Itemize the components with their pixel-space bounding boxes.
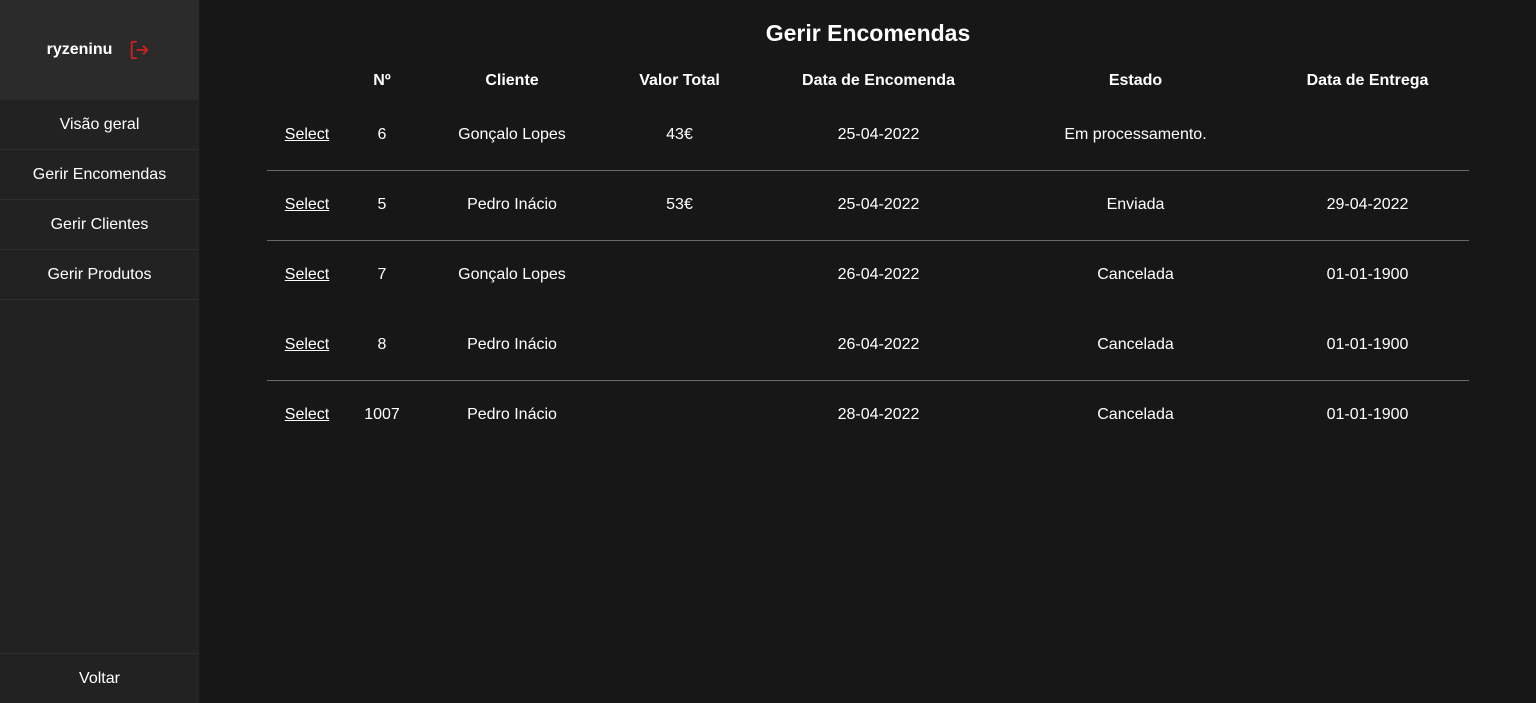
table-row: Select 5 Pedro Inácio 53€ 25-04-2022 Env… — [267, 170, 1469, 241]
page-title: Gerir Encomendas — [200, 20, 1536, 47]
header-data-entrega: Data de Entrega — [1306, 72, 1429, 89]
cell-data-encomenda: 25-04-2022 — [752, 170, 1005, 241]
table-row: Select 7 Gonçalo Lopes 26-04-2022 Cancel… — [267, 240, 1469, 310]
sidebar-item-gerir-produtos[interactable]: Gerir Produtos — [0, 250, 199, 300]
cell-data-entrega — [1266, 100, 1469, 171]
cell-cliente: Pedro Inácio — [417, 170, 607, 241]
cell-data-encomenda: 25-04-2022 — [752, 100, 1005, 171]
user-box: ryzeninu — [0, 0, 199, 100]
header-select — [267, 62, 347, 100]
cell-data-encomenda: 26-04-2022 — [752, 310, 1005, 381]
cell-estado: Cancelada — [1005, 310, 1266, 381]
sidebar-item-gerir-encomendas[interactable]: Gerir Encomendas — [0, 150, 199, 200]
main-content: Gerir Encomendas Nº Cliente Valor Total … — [200, 0, 1536, 703]
table-row: Select 1007 Pedro Inácio 28-04-2022 Canc… — [267, 380, 1469, 450]
select-link[interactable]: Select — [285, 196, 329, 213]
cell-estado: Cancelada — [1097, 406, 1174, 424]
cell-data-encomenda: 26-04-2022 — [837, 266, 920, 284]
cell-data-entrega: 29-04-2022 — [1266, 170, 1469, 241]
cell-cliente: Gonçalo Lopes — [417, 100, 607, 171]
cell-numero: 5 — [347, 170, 417, 241]
cell-cliente: Gonçalo Lopes — [458, 266, 566, 284]
select-cell: Select — [267, 240, 347, 310]
sidebar-item-gerir-clientes[interactable]: Gerir Clientes — [0, 200, 199, 250]
cell-data-encomenda: 28-04-2022 — [837, 406, 920, 424]
sidebar-nav: Visão geral Gerir Encomendas Gerir Clien… — [0, 100, 199, 300]
logout-icon[interactable] — [128, 39, 150, 61]
username: ryzeninu — [46, 41, 113, 58]
cell-valor-total: 43€ — [607, 100, 752, 171]
table-row: Select 8 Pedro Inácio 26-04-2022 Cancela… — [267, 310, 1469, 381]
back-button[interactable]: Voltar — [0, 653, 199, 703]
sidebar: ryzeninu Visão geral Gerir Encomendas Ge… — [0, 0, 200, 703]
cell-numero: 7 — [377, 266, 387, 284]
cell-cliente: Pedro Inácio — [417, 310, 607, 381]
table-header-row: Nº Cliente Valor Total Data de Encomenda… — [267, 62, 1469, 100]
sidebar-item-visao-geral[interactable]: Visão geral — [0, 100, 199, 150]
cell-cliente: Pedro Inácio — [467, 406, 557, 424]
header-numero: Nº — [373, 72, 391, 89]
header-cliente: Cliente — [485, 72, 539, 89]
select-cell: Select — [267, 100, 347, 171]
cell-estado: Em processamento. — [1005, 100, 1266, 171]
header-data-encomenda: Data de Encomenda — [802, 72, 955, 89]
cell-numero: 8 — [347, 310, 417, 381]
cell-numero: 1007 — [364, 406, 400, 424]
orders-table: Nº Cliente Valor Total Data de Encomenda… — [267, 62, 1469, 450]
cell-data-entrega: 01-01-1900 — [1326, 406, 1409, 424]
cell-estado: Enviada — [1005, 170, 1266, 241]
cell-valor-total: 53€ — [607, 170, 752, 241]
page-title-text: Gerir Encomendas — [765, 20, 971, 46]
select-cell: Select — [267, 380, 347, 450]
select-link[interactable]: Select — [285, 266, 329, 283]
cell-valor-total — [607, 380, 752, 450]
header-estado: Estado — [1108, 72, 1163, 89]
header-valor-total: Valor Total — [639, 72, 720, 89]
cell-valor-total — [607, 240, 752, 310]
select-link[interactable]: Select — [285, 126, 329, 143]
cell-valor-total — [607, 310, 752, 381]
select-cell: Select — [267, 310, 347, 381]
table-row: Select 6 Gonçalo Lopes 43€ 25-04-2022 Em… — [267, 100, 1469, 171]
app: ryzeninu Visão geral Gerir Encomendas Ge… — [0, 0, 1536, 703]
cell-data-entrega: 01-01-1900 — [1326, 266, 1409, 284]
select-link[interactable]: Select — [285, 336, 329, 353]
cell-estado: Cancelada — [1097, 266, 1174, 284]
cell-numero: 6 — [347, 100, 417, 171]
select-link[interactable]: Select — [285, 406, 329, 423]
cell-data-entrega: 01-01-1900 — [1266, 310, 1469, 381]
select-cell: Select — [267, 170, 347, 241]
